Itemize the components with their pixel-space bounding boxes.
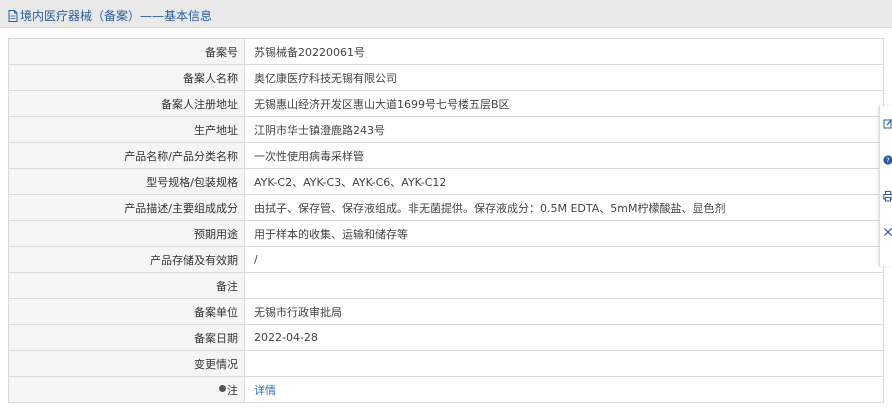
row-label: 备注: [8, 272, 245, 299]
table-row: 备案单位 无锡市行政审批局: [8, 298, 884, 325]
table-row: 备注: [8, 272, 884, 299]
table-row: 变更情况: [8, 350, 884, 377]
row-value: 2022-04-28: [244, 324, 884, 351]
row-label: 生产地址: [8, 116, 245, 143]
row-label: 产品名称/产品分类名称: [8, 142, 245, 169]
row-value: 由拭子、保存管、保存液组成。非无菌提供。保存液成分：0.5M EDTA、5mM柠…: [244, 194, 884, 221]
page-title-text: 境内医疗器械（备案）——基本信息: [20, 9, 213, 23]
row-value: [244, 272, 884, 299]
row-label: 变更情况: [8, 350, 245, 377]
row-label: 预期用途: [8, 220, 245, 247]
row-label: 备案日期: [8, 324, 245, 351]
table-row: 型号规格/包装规格 AYK-C2、AYK-C3、AYK-C6、AYK-C12: [8, 168, 884, 195]
help-icon[interactable]: ?: [883, 154, 892, 166]
row-label: 型号规格/包装规格: [8, 168, 245, 195]
row-label: 备案单位: [8, 298, 245, 325]
page-title: 境内医疗器械（备案）——基本信息: [8, 7, 212, 24]
row-label: 注: [227, 383, 238, 397]
row-value: 苏锡械备20220061号: [244, 38, 884, 65]
close-icon[interactable]: [883, 226, 892, 238]
table-row: 注 详情: [8, 376, 884, 403]
table-row: 备案号 苏锡械备20220061号: [8, 38, 884, 65]
table-row: 备案人名称 奥亿康医疗科技无锡有限公司: [8, 64, 884, 91]
print-icon[interactable]: [883, 190, 892, 202]
details-link[interactable]: 详情: [254, 384, 276, 397]
page-header: 境内医疗器械（备案）——基本信息: [0, 0, 892, 28]
row-value: [244, 350, 884, 377]
row-value: /: [244, 246, 884, 273]
basic-info-table: 备案号 苏锡械备20220061号 备案人名称 奥亿康医疗科技无锡有限公司 备案…: [8, 38, 884, 403]
table-row: 备案日期 2022-04-28: [8, 324, 884, 351]
table-row: 生产地址 江阴市华士镇澄鹿路243号: [8, 116, 884, 143]
table-row: 产品存储及有效期 /: [8, 246, 884, 273]
row-label: 备案人注册地址: [8, 90, 245, 117]
note-label: 注: [219, 382, 238, 398]
svg-text:?: ?: [886, 157, 890, 165]
row-label: 产品描述/主要组成成分: [8, 194, 245, 221]
table-row: 产品名称/产品分类名称 一次性使用病毒采样管: [8, 142, 884, 169]
row-value: 奥亿康医疗科技无锡有限公司: [244, 64, 884, 91]
row-value: 一次性使用病毒采样管: [244, 142, 884, 169]
row-value: 无锡市行政审批局: [244, 298, 884, 325]
row-label: 备案号: [8, 38, 245, 65]
pin-icon: [219, 385, 226, 392]
row-value: 无锡惠山经济开发区惠山大道1699号七号楼五层B区: [244, 90, 884, 117]
row-value: 用于样本的收集、运输和储存等: [244, 220, 884, 247]
table-row: 备案人注册地址 无锡惠山经济开发区惠山大道1699号七号楼五层B区: [8, 90, 884, 117]
document-icon: [8, 9, 18, 22]
row-value: 江阴市华士镇澄鹿路243号: [244, 116, 884, 143]
row-label: 产品存储及有效期: [8, 246, 245, 273]
edit-icon[interactable]: [883, 118, 892, 130]
row-value: AYK-C2、AYK-C3、AYK-C6、AYK-C12: [244, 168, 884, 195]
table-row: 预期用途 用于样本的收集、运输和储存等: [8, 220, 884, 247]
note-label-cell: 注: [8, 376, 245, 403]
table-row: 产品描述/主要组成成分 由拭子、保存管、保存液组成。非无菌提供。保存液成分：0.…: [8, 194, 884, 221]
row-value: 详情: [244, 376, 884, 403]
row-label: 备案人名称: [8, 64, 245, 91]
side-toolbar: ?: [879, 106, 892, 266]
